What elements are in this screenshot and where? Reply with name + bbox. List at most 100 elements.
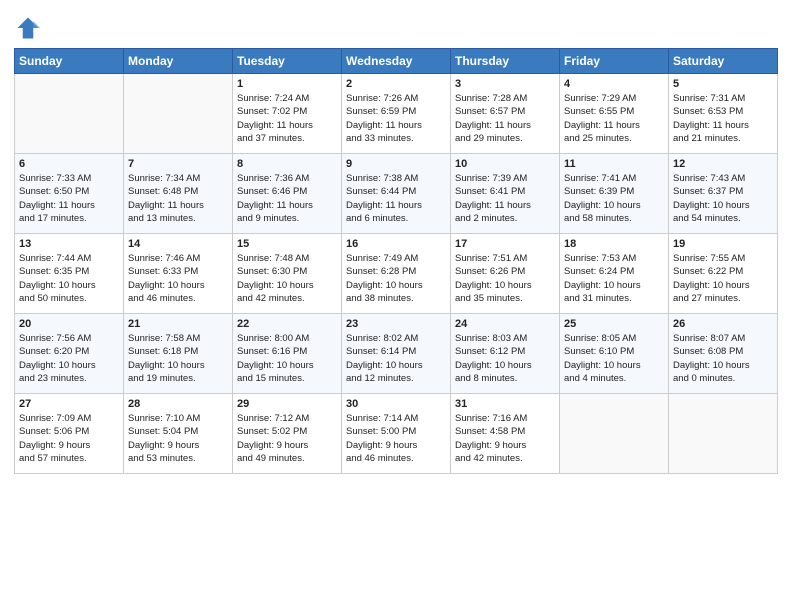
calendar-cell: 17 Sunrise: 7:51 AM Sunset: 6:26 PM Dayli… [451, 234, 560, 314]
day-info: Sunrise: 7:10 AM Sunset: 5:04 PM Dayligh… [128, 412, 228, 465]
day-info: Sunrise: 7:39 AM Sunset: 6:41 PM Dayligh… [455, 172, 555, 225]
header [14, 10, 778, 42]
day-number: 7 [128, 158, 228, 170]
day-info: Sunrise: 7:12 AM Sunset: 5:02 PM Dayligh… [237, 412, 337, 465]
calendar-cell: 31Sunrise: 7:16 AM Sunset: 4:58 PM Dayli… [451, 394, 560, 474]
day-info: Sunrise: 7:34 AM Sunset: 6:48 PM Dayligh… [128, 172, 228, 225]
logo [14, 14, 44, 42]
day-info: Sunrise: 7:14 AM Sunset: 5:00 PM Dayligh… [346, 412, 446, 465]
calendar-week-2: 6 Sunrise: 7:33 AM Sunset: 6:50 PM Daylig… [15, 154, 778, 234]
calendar-week-5: 27 Sunrise: 7:09 AM Sunset: 5:06 PM Dayli… [15, 394, 778, 474]
day-info: Sunrise: 7:51 AM Sunset: 6:26 PM Dayligh… [455, 252, 555, 305]
calendar-cell: 28 Sunrise: 7:10 AM Sunset: 5:04 PM Dayli… [124, 394, 233, 474]
calendar-cell: 20Sunrise: 7:56 AM Sunset: 6:20 PM Dayli… [15, 314, 124, 394]
day-info: Sunrise: 7:33 AM Sunset: 6:50 PM Dayligh… [19, 172, 119, 225]
calendar-cell [124, 74, 233, 154]
day-info: Sunrise: 7:26 AM Sunset: 6:59 PM Dayligh… [346, 92, 446, 145]
calendar-cell: 18 Sunrise: 7:53 AM Sunset: 6:24 PM Dayli… [560, 234, 669, 314]
day-info: Sunrise: 7:28 AM Sunset: 6:57 PM Dayligh… [455, 92, 555, 145]
day-number: 28 [128, 398, 228, 410]
logo-icon [14, 14, 42, 42]
calendar-week-4: 20Sunrise: 7:56 AM Sunset: 6:20 PM Dayli… [15, 314, 778, 394]
calendar-cell: 22 Sunrise: 8:00 AM Sunset: 6:16 PM Dayli… [233, 314, 342, 394]
day-number: 21 [128, 318, 228, 330]
calendar-cell: 9Sunrise: 7:38 AM Sunset: 6:44 PM Daylig… [342, 154, 451, 234]
day-info: Sunrise: 8:05 AM Sunset: 6:10 PM Dayligh… [564, 332, 664, 385]
calendar-cell: 21 Sunrise: 7:58 AM Sunset: 6:18 PM Dayli… [124, 314, 233, 394]
calendar-cell [560, 394, 669, 474]
calendar-cell: 6 Sunrise: 7:33 AM Sunset: 6:50 PM Daylig… [15, 154, 124, 234]
day-number: 22 [237, 318, 337, 330]
calendar-cell: 29 Sunrise: 7:12 AM Sunset: 5:02 PM Dayli… [233, 394, 342, 474]
weekday-header-sunday: Sunday [15, 49, 124, 74]
day-number: 6 [19, 158, 119, 170]
day-info: Sunrise: 8:03 AM Sunset: 6:12 PM Dayligh… [455, 332, 555, 385]
calendar-cell: 2 Sunrise: 7:26 AM Sunset: 6:59 PM Daylig… [342, 74, 451, 154]
day-number: 1 [237, 78, 337, 90]
day-info: Sunrise: 7:41 AM Sunset: 6:39 PM Dayligh… [564, 172, 664, 225]
day-number: 31 [455, 398, 555, 410]
calendar-cell: 30 Sunrise: 7:14 AM Sunset: 5:00 PM Dayli… [342, 394, 451, 474]
day-number: 14 [128, 238, 228, 250]
day-number: 29 [237, 398, 337, 410]
calendar-cell: 15Sunrise: 7:48 AM Sunset: 6:30 PM Dayli… [233, 234, 342, 314]
day-number: 8 [237, 158, 337, 170]
day-info: Sunrise: 7:24 AM Sunset: 7:02 PM Dayligh… [237, 92, 337, 145]
day-info: Sunrise: 8:07 AM Sunset: 6:08 PM Dayligh… [673, 332, 773, 385]
calendar-cell: 10 Sunrise: 7:39 AM Sunset: 6:41 PM Dayli… [451, 154, 560, 234]
weekday-header-thursday: Thursday [451, 49, 560, 74]
calendar-cell: 13 Sunrise: 7:44 AM Sunset: 6:35 PM Dayli… [15, 234, 124, 314]
calendar-week-3: 13 Sunrise: 7:44 AM Sunset: 6:35 PM Dayli… [15, 234, 778, 314]
day-number: 24 [455, 318, 555, 330]
calendar-cell [669, 394, 778, 474]
day-number: 17 [455, 238, 555, 250]
calendar-cell: 11Sunrise: 7:41 AM Sunset: 6:39 PM Dayli… [560, 154, 669, 234]
day-info: Sunrise: 7:44 AM Sunset: 6:35 PM Dayligh… [19, 252, 119, 305]
calendar-cell: 27 Sunrise: 7:09 AM Sunset: 5:06 PM Dayli… [15, 394, 124, 474]
day-info: Sunrise: 7:46 AM Sunset: 6:33 PM Dayligh… [128, 252, 228, 305]
calendar-cell: 23 Sunrise: 8:02 AM Sunset: 6:14 PM Dayli… [342, 314, 451, 394]
calendar-cell: 16 Sunrise: 7:49 AM Sunset: 6:28 PM Dayli… [342, 234, 451, 314]
calendar-cell: 24 Sunrise: 8:03 AM Sunset: 6:12 PM Dayli… [451, 314, 560, 394]
day-info: Sunrise: 7:49 AM Sunset: 6:28 PM Dayligh… [346, 252, 446, 305]
day-number: 23 [346, 318, 446, 330]
calendar-cell: 12Sunrise: 7:43 AM Sunset: 6:37 PM Dayli… [669, 154, 778, 234]
day-info: Sunrise: 7:56 AM Sunset: 6:20 PM Dayligh… [19, 332, 119, 385]
calendar-cell: 4 Sunrise: 7:29 AM Sunset: 6:55 PM Daylig… [560, 74, 669, 154]
day-number: 25 [564, 318, 664, 330]
day-number: 19 [673, 238, 773, 250]
day-info: Sunrise: 7:09 AM Sunset: 5:06 PM Dayligh… [19, 412, 119, 465]
day-number: 5 [673, 78, 773, 90]
day-number: 2 [346, 78, 446, 90]
day-number: 18 [564, 238, 664, 250]
calendar-cell: 5 Sunrise: 7:31 AM Sunset: 6:53 PM Daylig… [669, 74, 778, 154]
day-info: Sunrise: 7:43 AM Sunset: 6:37 PM Dayligh… [673, 172, 773, 225]
calendar-cell: 8Sunrise: 7:36 AM Sunset: 6:46 PM Daylig… [233, 154, 342, 234]
calendar-cell: 25 Sunrise: 8:05 AM Sunset: 6:10 PM Dayli… [560, 314, 669, 394]
calendar-cell: 7 Sunrise: 7:34 AM Sunset: 6:48 PM Daylig… [124, 154, 233, 234]
day-info: Sunrise: 7:29 AM Sunset: 6:55 PM Dayligh… [564, 92, 664, 145]
day-number: 16 [346, 238, 446, 250]
calendar-cell: 26 Sunrise: 8:07 AM Sunset: 6:08 PM Dayli… [669, 314, 778, 394]
day-number: 27 [19, 398, 119, 410]
weekday-header-saturday: Saturday [669, 49, 778, 74]
day-number: 4 [564, 78, 664, 90]
weekday-header-friday: Friday [560, 49, 669, 74]
weekday-header-tuesday: Tuesday [233, 49, 342, 74]
day-number: 30 [346, 398, 446, 410]
calendar-cell: 14 Sunrise: 7:46 AM Sunset: 6:33 PM Dayli… [124, 234, 233, 314]
day-info: Sunrise: 8:02 AM Sunset: 6:14 PM Dayligh… [346, 332, 446, 385]
day-number: 3 [455, 78, 555, 90]
weekday-header-monday: Monday [124, 49, 233, 74]
calendar-cell: 3 Sunrise: 7:28 AM Sunset: 6:57 PM Daylig… [451, 74, 560, 154]
day-info: Sunrise: 7:53 AM Sunset: 6:24 PM Dayligh… [564, 252, 664, 305]
day-number: 13 [19, 238, 119, 250]
day-info: Sunrise: 7:38 AM Sunset: 6:44 PM Dayligh… [346, 172, 446, 225]
calendar-cell [15, 74, 124, 154]
weekday-header-wednesday: Wednesday [342, 49, 451, 74]
day-info: Sunrise: 7:31 AM Sunset: 6:53 PM Dayligh… [673, 92, 773, 145]
day-info: Sunrise: 7:58 AM Sunset: 6:18 PM Dayligh… [128, 332, 228, 385]
day-number: 26 [673, 318, 773, 330]
day-number: 10 [455, 158, 555, 170]
day-info: Sunrise: 8:00 AM Sunset: 6:16 PM Dayligh… [237, 332, 337, 385]
